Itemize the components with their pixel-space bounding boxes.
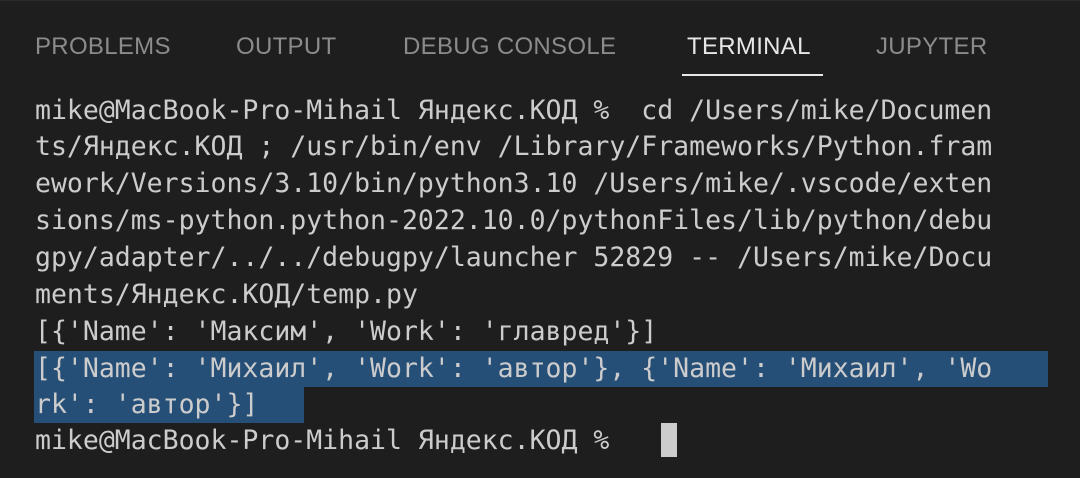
terminal-line-selected: rk': 'автор'}] xyxy=(35,389,259,420)
terminal-line: ts/Яндекс.КОД ; /usr/bin/env /Library/Fr… xyxy=(35,131,993,162)
terminal-line: ments/Яндекс.КОД/temp.py xyxy=(35,279,418,310)
tab-problems[interactable]: PROBLEMS xyxy=(35,31,171,63)
panel-tab-bar: PROBLEMS OUTPUT DEBUG CONSOLE TERMINAL J… xyxy=(0,1,1080,85)
tab-output[interactable]: OUTPUT xyxy=(236,31,336,63)
terminal-line: [{'Name': 'Максим', 'Work': 'главред'}] xyxy=(35,316,658,347)
terminal-line-selected: [{'Name': 'Михаил', 'Work': 'автор'}, {'… xyxy=(35,353,993,384)
terminal-line: sions/ms-python.python-2022.10.0/pythonF… xyxy=(35,205,993,236)
terminal-line: mike@MacBook-Pro-Mihail Яндекс.КОД % cd … xyxy=(35,95,993,126)
terminal-line: ework/Versions/3.10/bin/python3.10 /User… xyxy=(35,168,993,199)
terminal-output[interactable]: mike@MacBook-Pro-Mihail Яндекс.КОД % cd … xyxy=(0,93,1080,478)
terminal-prompt: mike@MacBook-Pro-Mihail Яндекс.КОД % xyxy=(35,425,626,456)
terminal-cursor xyxy=(661,423,677,457)
terminal-line: gpy/adapter/../../debugpy/launcher 52829… xyxy=(35,242,993,273)
tab-terminal[interactable]: TERMINAL xyxy=(687,31,811,63)
tab-jupyter[interactable]: JUPYTER xyxy=(876,31,987,63)
active-tab-indicator xyxy=(682,74,823,76)
terminal-panel: PROBLEMS OUTPUT DEBUG CONSOLE TERMINAL J… xyxy=(0,0,1080,477)
tab-debug-console[interactable]: DEBUG CONSOLE xyxy=(403,31,616,63)
